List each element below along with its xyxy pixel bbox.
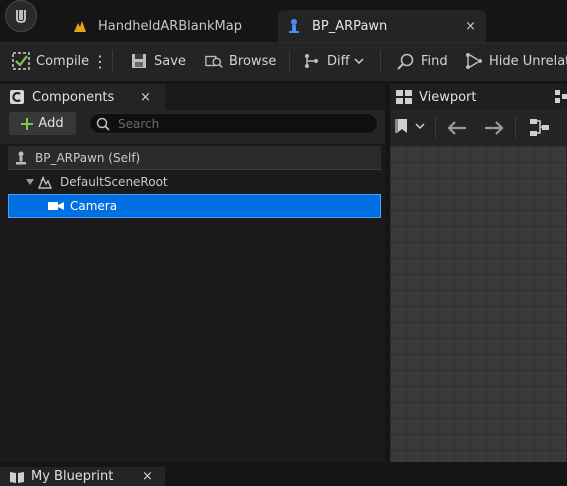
- compile-options-icon[interactable]: ⋮: [92, 42, 108, 80]
- close-panel-icon[interactable]: ×: [140, 90, 151, 105]
- toolbar-divider: [515, 116, 516, 138]
- toolbar-divider: [112, 50, 113, 72]
- add-component-button[interactable]: Add: [9, 112, 76, 135]
- plus-icon: [21, 117, 34, 130]
- my-blueprint-title: My Blueprint: [31, 469, 114, 484]
- tab-bp-arpawn[interactable]: BP_ARPawn ×: [278, 10, 486, 42]
- diff-button[interactable]: Diff: [303, 42, 364, 80]
- viewport-title: Viewport: [419, 89, 477, 105]
- save-button[interactable]: Save: [130, 42, 186, 80]
- find-label: Find: [421, 53, 448, 69]
- add-label: Add: [38, 116, 64, 131]
- component-tree: BP_ARPawn (Self) DefaultSceneRoot Camera: [8, 146, 381, 218]
- panel-layout-icon[interactable]: [555, 90, 567, 104]
- tree-item-default-scene-root[interactable]: DefaultSceneRoot: [8, 170, 381, 194]
- viewport-icon: [396, 90, 412, 104]
- viewport-panel-header: Viewport: [390, 84, 567, 110]
- browse-icon: [205, 52, 223, 70]
- compile-status-icon: [12, 52, 30, 70]
- hierarchy-icon[interactable]: [529, 118, 551, 142]
- close-panel-icon[interactable]: ×: [142, 469, 153, 484]
- components-icon: [9, 89, 25, 105]
- close-tab-icon[interactable]: ×: [465, 19, 476, 34]
- hide-unrelated-button[interactable]: Hide Unrelate: [465, 42, 567, 80]
- find-icon: [397, 52, 415, 70]
- hide-unrelated-label: Hide Unrelate: [489, 53, 567, 69]
- scene-root-icon: [38, 174, 54, 190]
- bookmark-dropdown[interactable]: [395, 118, 425, 134]
- browse-label: Browse: [229, 53, 277, 69]
- tab-label: HandheldARBlankMap: [98, 18, 242, 34]
- save-label: Save: [154, 53, 186, 69]
- compile-label: Compile: [36, 53, 90, 69]
- toolbar-divider: [380, 50, 381, 72]
- forward-arrow-icon[interactable]: [484, 120, 504, 139]
- search-input[interactable]: [116, 115, 360, 132]
- diff-icon: [303, 52, 321, 70]
- pawn-blueprint-icon: [286, 18, 302, 34]
- search-box[interactable]: [89, 113, 378, 134]
- pawn-icon: [13, 150, 29, 166]
- browse-button[interactable]: Browse: [205, 42, 276, 80]
- level-map-icon: [72, 18, 88, 34]
- chevron-down-icon: [354, 54, 364, 69]
- search-icon: [96, 117, 110, 131]
- toolbar-divider: [289, 50, 290, 72]
- diff-label: Diff: [327, 53, 350, 69]
- camera-icon: [48, 198, 64, 214]
- hide-unrelated-icon: [465, 52, 483, 70]
- my-blueprint-panel-header[interactable]: My Blueprint ×: [0, 467, 165, 486]
- find-button[interactable]: Find: [397, 42, 448, 80]
- my-blueprint-icon: [9, 470, 25, 484]
- components-title: Components: [32, 89, 115, 105]
- tree-item-label: Camera: [70, 199, 118, 213]
- back-arrow-icon[interactable]: [447, 120, 467, 139]
- chevron-down-icon: [415, 122, 425, 130]
- compile-button[interactable]: Compile: [12, 42, 89, 80]
- tree-item-camera[interactable]: Camera: [8, 194, 381, 218]
- tree-item-label: BP_ARPawn (Self): [35, 150, 141, 165]
- components-panel-header: Components ×: [0, 84, 165, 110]
- tab-label: BP_ARPawn: [312, 18, 388, 34]
- tree-item-label: DefaultSceneRoot: [60, 175, 168, 189]
- save-icon: [130, 52, 148, 70]
- expand-arrow-icon[interactable]: [26, 178, 34, 186]
- tab-level-map[interactable]: HandheldARBlankMap: [62, 10, 272, 42]
- viewport-grid[interactable]: [390, 146, 567, 486]
- unreal-logo-icon[interactable]: [5, 0, 37, 32]
- bookmark-icon: [395, 118, 409, 134]
- tree-item-self[interactable]: BP_ARPawn (Self): [8, 146, 381, 170]
- toolbar-divider: [435, 116, 436, 138]
